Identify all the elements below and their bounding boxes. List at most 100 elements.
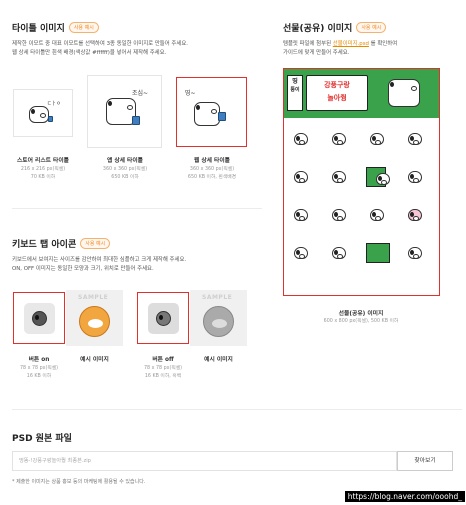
app-detail-title-limit: 650 KB 이하 [111,174,139,180]
sticker-5 [288,165,318,191]
store-list-title-label: 스토어 리스트 타이틀 [16,158,70,164]
sticker-6 [326,165,356,191]
title-image-example-badge[interactable]: 사용 예시 [68,22,99,33]
sticker-character-icon [294,133,308,145]
sticker-1 [288,127,318,153]
sticker-character-icon [294,209,308,221]
banner-sign-2: 강풍구랑 놀아줭 [306,75,368,111]
cup-icon [132,116,140,125]
banner-sign-1: 띵 뚱이 [287,75,303,111]
browse-button[interactable]: 찾아보기 [397,451,453,471]
share-desc-prefix: 템플릿 파일에 첨부된 [283,41,333,47]
share-image-desc-line1: 템플릿 파일에 첨부된 선물이미지.psd 를 확인하여 [283,40,463,49]
tab-off-specs: 78 x 78 px(픽셀) 16 KB 이하, 흑백 [125,365,201,380]
tab-on-icon [24,303,55,334]
tab-off-example: SAMPLE [190,290,247,346]
web-detail-title-label: 웹 상세 타이틀 [193,158,231,164]
banner-text-4: 놀아줭 [327,94,347,102]
title-doodle-text: ㄷㅏㅇ [47,101,61,107]
share-image-heading: 선물(공유) 이미지 사용 예시 [283,21,387,34]
store-list-title-specs: 216 x 216 px(픽셀) 70 KB 이하 [5,166,81,181]
share-image-title: 선물(공유) 이미지 [283,24,353,34]
tab-icon-example-badge[interactable]: 사용 예시 [80,238,111,249]
sample-watermark: SAMPLE [78,294,109,301]
tab-icon-heading: 키보드 탭 아이콘 사용 예시 [12,237,111,250]
web-detail-title-specs: 360 x 360 px(픽셀) 650 KB 이하, 흰색배경 [168,166,256,181]
tab-off-example-label: 예시 이미지 [204,357,233,363]
sticker-character-icon [332,247,346,259]
sticker-3 [364,127,394,153]
share-banner: 띵 뚱이 강풍구랑 놀아줭 [284,69,439,118]
store-list-title-thumb[interactable]: ㄷㅏㅇ [13,89,73,137]
tab-off-size: 78 x 78 px(픽셀) [143,366,183,371]
web-detail-title-thumb[interactable]: 띵~ [176,77,247,147]
sticker-12 [402,203,432,229]
tab-icon-title: 키보드 탭 아이콘 [12,240,77,250]
ryan-icon [79,305,110,337]
share-image-example-badge[interactable]: 사용 예시 [356,22,387,33]
character-icon [29,106,49,123]
title-image-title: 타이틀 이미지 [12,24,65,34]
tab-on-thumb[interactable] [13,292,65,344]
app-detail-title-label: 앱 상세 타이틀 [106,158,144,164]
tab-off-thumb[interactable] [137,292,189,344]
title-image-description: 제작한 이모트 중 대표 이모트를 선택하여 3종 동일한 이미지로 만들어 주… [12,40,262,58]
sticker-9 [288,203,318,229]
tab-off-limit: 16 KB 이하, 흑백 [144,373,182,379]
tab-on-example-label: 예시 이미지 [80,357,109,363]
marketing-footnote: * 제출한 이미지는 상품 홍보 등의 마케팅에 활용될 수 있습니다. [12,479,146,485]
tab-off-icon [148,303,179,334]
app-detail-title-size: 360 x 360 px(픽셀) [102,167,148,172]
tab-on-limit: 16 KB 이하 [26,373,52,379]
share-image-size: 600 x 800 px(픽셀), 500 KB 이하 [323,319,399,324]
sticker-11 [364,203,394,229]
sticker-character-icon [370,133,384,145]
web-doodle-text: 띵~ [185,90,196,97]
sticker-character-icon [332,209,346,221]
title-image-heading: 타이틀 이미지 사용 예시 [12,21,99,34]
banner-text-2: 뚱이 [290,87,300,93]
title-image-desc-line1: 제작한 이모트 중 대표 이모트를 선택하여 3종 동일한 이미지로 만들어 주… [12,41,189,47]
store-list-title-size: 216 x 216 px(픽셀) [20,167,66,172]
sticker-10 [326,203,356,229]
psd-heading: PSD 원본 파일 [12,434,72,444]
sticker-character-icon [408,171,422,183]
sticker-8 [402,165,432,191]
section-divider [12,409,462,410]
cup-icon [48,116,53,122]
sticker-character-icon [408,209,422,221]
sticker-character-icon [408,133,422,145]
sticker-4 [402,127,432,153]
banner-text-3: 강풍구랑 [324,81,350,89]
share-image-thumb[interactable]: 띵 뚱이 강풍구랑 놀아줭 [283,68,440,296]
sticker-character-icon [294,171,308,183]
share-image-description: 템플릿 파일에 첨부된 선물이미지.psd 를 확인하여 가이드에 맞게 만들어… [283,40,463,58]
banner-text-1: 띵 [292,78,298,85]
psd-file-input[interactable]: 띵똥-!강풍구랑놀아줭 최종본.zip [12,451,397,471]
character-icon [194,102,220,126]
tab-off-label: 버튼 off [152,357,174,363]
template-psd-link[interactable]: 선물이미지.psd [333,41,369,47]
app-detail-title-specs: 360 x 360 px(픽셀) 650 KB 이하 [85,166,165,181]
sticker-15 [364,241,394,267]
sticker-character-icon [332,133,346,145]
ryan-grey-icon [203,305,234,337]
app-doodle-text: 조심~ [132,90,149,97]
tab-on-size: 78 x 78 px(픽셀) [19,366,59,371]
door-icon [366,243,390,263]
share-desc-suffix: 를 확인하여 [368,41,398,47]
section-divider [12,208,262,209]
store-list-title-limit: 70 KB 이하 [30,174,56,180]
tab-icon-desc-line2: ON, OFF 이미지는 동일한 모양과 크기, 위치로 만들어 주세요. [12,266,154,272]
app-detail-title-thumb[interactable]: 조심~ [87,75,162,148]
tab-icon-description: 키보드에서 보여지는 사이즈를 감안하여 최대한 심플하고 크게 제작해 주세요… [12,256,267,274]
cup-icon [218,112,226,121]
sticker-character-icon [294,247,308,259]
sticker-16 [402,241,432,267]
sticker-13 [288,241,318,267]
share-image-desc-line2: 가이드에 맞게 만들어 주세요. [283,50,350,56]
sticker-character-icon [370,209,384,221]
share-image-label: 선물(공유) 이미지 [338,311,384,317]
title-image-desc-line2: 웹 상세 타이틀만 흰색 배경(색상값 #ffffff)을 넣어서 제작해 주세… [12,50,167,56]
web-detail-title-size: 360 x 360 px(픽셀) [189,167,235,172]
